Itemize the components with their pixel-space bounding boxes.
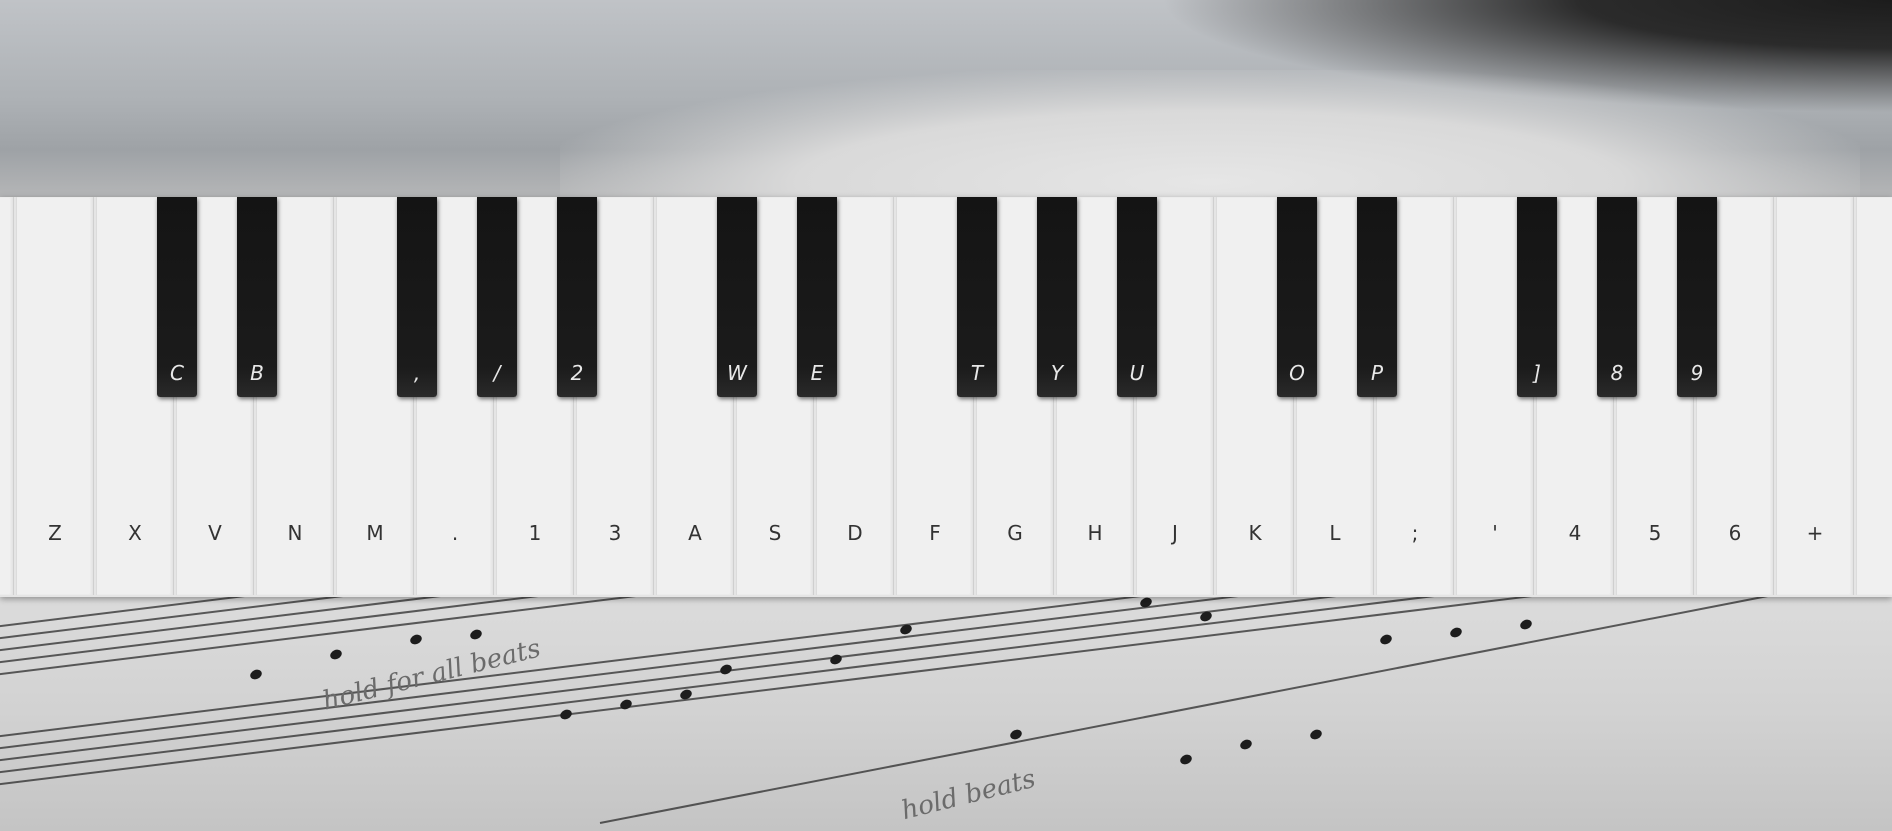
key-label: T: [970, 361, 984, 385]
black-key[interactable]: ]: [1517, 197, 1557, 397]
black-key[interactable]: /: [477, 197, 517, 397]
key-label: D: [847, 521, 863, 545]
key-label: W: [727, 361, 747, 385]
key-label: ,: [413, 361, 421, 385]
key-label: H: [1087, 521, 1103, 545]
key-label: M: [366, 521, 384, 545]
black-key[interactable]: 9: [1677, 197, 1717, 397]
white-key[interactable]: [1856, 197, 1892, 595]
key-label: 9: [1690, 361, 1704, 385]
key-label: G: [1007, 521, 1023, 545]
key-label: 3: [608, 521, 622, 545]
black-key[interactable]: U: [1117, 197, 1157, 397]
black-key[interactable]: ,: [397, 197, 437, 397]
black-key[interactable]: E: [797, 197, 837, 397]
key-label: P: [1370, 361, 1384, 385]
key-label: 2: [570, 361, 584, 385]
key-label: Z: [48, 521, 62, 545]
black-key[interactable]: 2: [557, 197, 597, 397]
key-label: ;: [1411, 521, 1419, 545]
key-label: 1: [528, 521, 542, 545]
key-label: F: [929, 521, 941, 545]
black-key[interactable]: 8: [1597, 197, 1637, 397]
key-label: 5: [1648, 521, 1662, 545]
black-key[interactable]: W: [717, 197, 757, 397]
key-label: V: [208, 521, 222, 545]
key-label: L: [1329, 521, 1341, 545]
key-label: ': [1492, 521, 1498, 545]
key-label: +: [1806, 521, 1824, 545]
key-label: A: [688, 521, 702, 545]
key-label: S: [768, 521, 782, 545]
key-label: K: [1248, 521, 1262, 545]
key-label: E: [810, 361, 824, 385]
key-label: .: [451, 521, 459, 545]
background-book-page: [560, 70, 1860, 210]
key-label: B: [250, 361, 264, 385]
key-label: 8: [1610, 361, 1624, 385]
white-key[interactable]: +: [1776, 197, 1854, 595]
key-label: Y: [1050, 361, 1064, 385]
black-key[interactable]: C: [157, 197, 197, 397]
key-label: X: [128, 521, 142, 545]
key-label: C: [170, 361, 184, 385]
black-key[interactable]: O: [1277, 197, 1317, 397]
black-key[interactable]: Y: [1037, 197, 1077, 397]
piano-keyboard: Z X V N M. 1 3 A S D F G H J K L; ' 4 5 6 + C B, / 2 W E T Y U O P] 8 9: [0, 197, 1892, 597]
key-label: ]: [1533, 361, 1541, 385]
key-label: 6: [1728, 521, 1742, 545]
black-key[interactable]: P: [1357, 197, 1397, 397]
key-label: 4: [1568, 521, 1582, 545]
black-key[interactable]: T: [957, 197, 997, 397]
key-label: O: [1289, 361, 1305, 385]
key-label: N: [287, 521, 303, 545]
black-key[interactable]: B: [237, 197, 277, 397]
key-label: U: [1129, 361, 1145, 385]
key-label: /: [493, 361, 501, 385]
white-key[interactable]: [0, 197, 14, 595]
white-key[interactable]: Z: [16, 197, 94, 595]
sheet-music-background: hold for all beats hold beats: [0, 590, 1892, 831]
key-label: J: [1172, 521, 1178, 545]
